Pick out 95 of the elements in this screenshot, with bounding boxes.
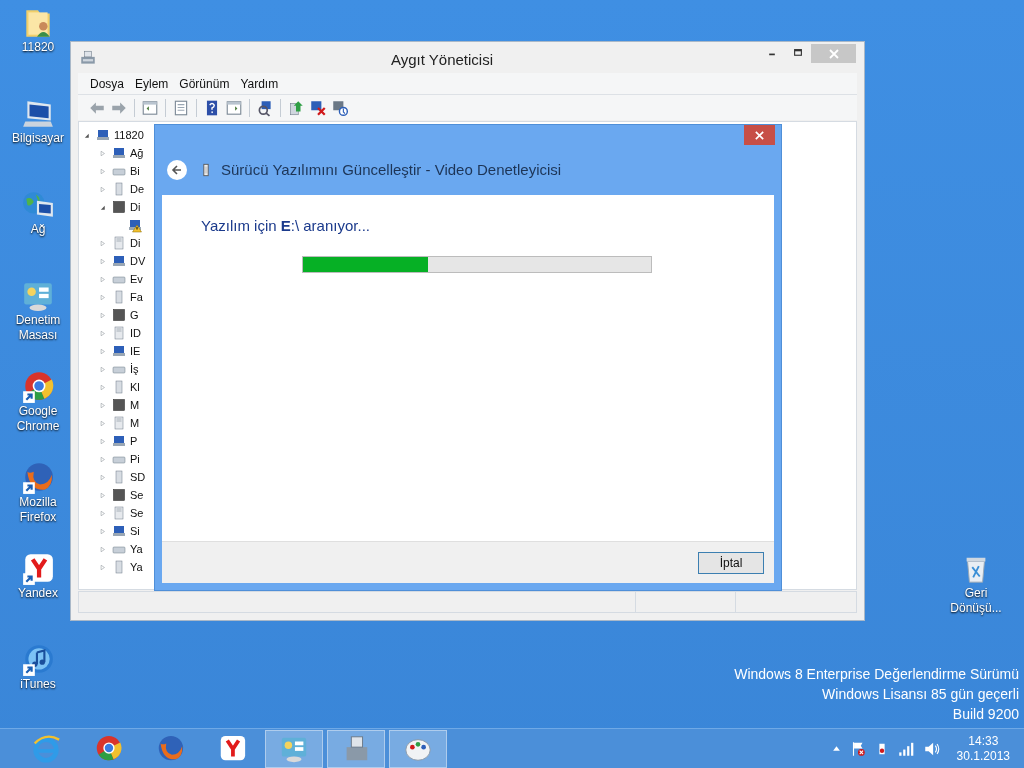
firefox-shortcut-icon[interactable] [21, 461, 55, 495]
expand-arrow-icon[interactable] [98, 346, 107, 356]
expand-arrow-icon[interactable] [98, 436, 107, 446]
device-icon[interactable] [111, 523, 127, 539]
disable-device-icon[interactable] [331, 98, 349, 117]
device-icon[interactable] [111, 343, 127, 359]
expand-arrow-icon[interactable] [98, 328, 107, 338]
tree-item[interactable]: P [130, 432, 138, 450]
device-manager-icon [79, 48, 97, 67]
expand-arrow-icon[interactable] [98, 184, 107, 194]
expand-arrow-icon[interactable] [98, 418, 107, 428]
menu-item[interactable]: Yardım [236, 74, 283, 93]
expand-arrow-icon[interactable] [98, 490, 107, 500]
expand-arrow-icon[interactable] [98, 562, 107, 572]
taskbar-button[interactable] [389, 729, 447, 768]
tree-item[interactable]: Kl [130, 378, 140, 396]
tree-item[interactable]: İş [130, 360, 139, 378]
chrome-shortcut-icon[interactable] [21, 370, 55, 404]
desktop-icon-label[interactable]: Google Chrome [7, 404, 69, 434]
expand-arrow-icon[interactable] [98, 238, 107, 248]
ie-icon [31, 733, 61, 764]
tree-item[interactable]: IE [130, 342, 141, 360]
expand-arrow-icon[interactable] [98, 166, 107, 176]
properties-icon[interactable] [172, 98, 190, 117]
tree-item[interactable]: Ya [130, 540, 143, 558]
edition-text: Windows 8 Enterprise Değerlendirme Sürümü [734, 665, 1019, 684]
warning-device-icon[interactable] [127, 217, 143, 233]
expand-arrow-icon[interactable] [98, 292, 107, 302]
menu-item[interactable]: Görünüm [175, 74, 234, 93]
desktop-icon-label[interactable]: Denetim Masası [7, 313, 69, 343]
tree-item[interactable]: Pi [130, 450, 140, 468]
tree-item[interactable]: Ağ [130, 144, 144, 162]
update-driver-icon[interactable] [287, 98, 305, 117]
close-icon [754, 129, 765, 141]
menu-item[interactable]: Dosya [86, 74, 128, 93]
expand-arrow-icon[interactable] [98, 274, 107, 284]
uninstall-icon[interactable] [309, 98, 327, 117]
device-icon[interactable] [111, 397, 127, 413]
dialog-title: Sürücü Yazılımını Güncelleştir - Video Denetleyicisi [221, 159, 562, 180]
tree-item[interactable]: Di [130, 198, 141, 216]
tree-item[interactable]: Di [130, 234, 141, 252]
tree-item[interactable]: M [130, 414, 140, 432]
close-icon [827, 47, 840, 60]
desktop-icon-label[interactable]: Yandex [18, 586, 58, 601]
device-icon[interactable] [111, 253, 127, 269]
back-button[interactable] [167, 160, 187, 180]
taskbar-button[interactable] [265, 729, 323, 768]
device-icon[interactable] [111, 433, 127, 449]
taskbar-button[interactable] [327, 729, 385, 768]
desktop-icon-label[interactable]: iTunes [20, 677, 56, 692]
tree-item[interactable]: G [130, 306, 139, 324]
tree-item[interactable]: SD [130, 468, 146, 486]
expand-arrow-icon[interactable] [98, 454, 107, 464]
edition-text: Build 9200 [952, 705, 1019, 724]
expand-arrow-icon[interactable] [98, 256, 107, 266]
device-icon[interactable] [95, 127, 111, 143]
edition-text: Windows Lisansı 85 gün geçerli [822, 685, 1019, 704]
tree-item[interactable]: Fa [130, 288, 143, 306]
show-hidden-icons-icon[interactable] [831, 744, 841, 753]
device-icon[interactable] [111, 199, 127, 215]
cancel-button[interactable]: İptal [698, 551, 764, 574]
tree-item[interactable]: Si [130, 522, 140, 540]
expand-arrow-icon[interactable] [98, 508, 107, 518]
back-arrow-icon [171, 164, 183, 176]
tree-item[interactable]: Se [130, 504, 144, 522]
tree-item[interactable]: Ev [130, 270, 143, 288]
menu-item[interactable]: Eylem [131, 74, 173, 93]
expand-arrow-icon[interactable] [98, 382, 107, 392]
expand-arrow-icon[interactable] [98, 400, 107, 410]
yandex-shortcut-icon[interactable] [21, 552, 55, 586]
expand-arrow-icon[interactable] [98, 310, 107, 320]
tree-item[interactable]: 11820 [114, 126, 144, 144]
tree-item[interactable]: M [130, 396, 140, 414]
device-icon[interactable] [111, 145, 127, 161]
tree-item[interactable]: DV [130, 252, 146, 270]
tree-item[interactable]: De [130, 180, 145, 198]
expand-arrow-icon[interactable] [98, 472, 107, 482]
itunes-shortcut-icon[interactable] [21, 643, 55, 677]
device-icon[interactable] [111, 307, 127, 323]
tree-item[interactable]: Se [130, 486, 144, 504]
tree-item[interactable]: Bi [130, 162, 140, 180]
desktop-icon-label[interactable]: Geri Dönüşü... [944, 586, 1008, 616]
tree-item[interactable]: ID [130, 324, 141, 342]
device-icon[interactable] [111, 487, 127, 503]
window-title: Aygıt Yöneticisi [391, 50, 493, 70]
expand-arrow-icon[interactable] [98, 544, 107, 554]
desktop-icon-label[interactable]: Mozilla Firefox [7, 495, 69, 525]
expand-arrow-icon[interactable] [98, 526, 107, 536]
console-tree-icon[interactable] [141, 98, 159, 117]
scan-hardware-icon[interactable] [256, 98, 274, 117]
expand-arrow-icon[interactable] [98, 148, 107, 158]
expand-arrow-icon[interactable] [98, 364, 107, 374]
close-button[interactable] [744, 125, 775, 145]
status-text: Yazılım için E:\ aranıyor... [201, 216, 371, 236]
tree-item[interactable]: Ya [130, 558, 143, 576]
